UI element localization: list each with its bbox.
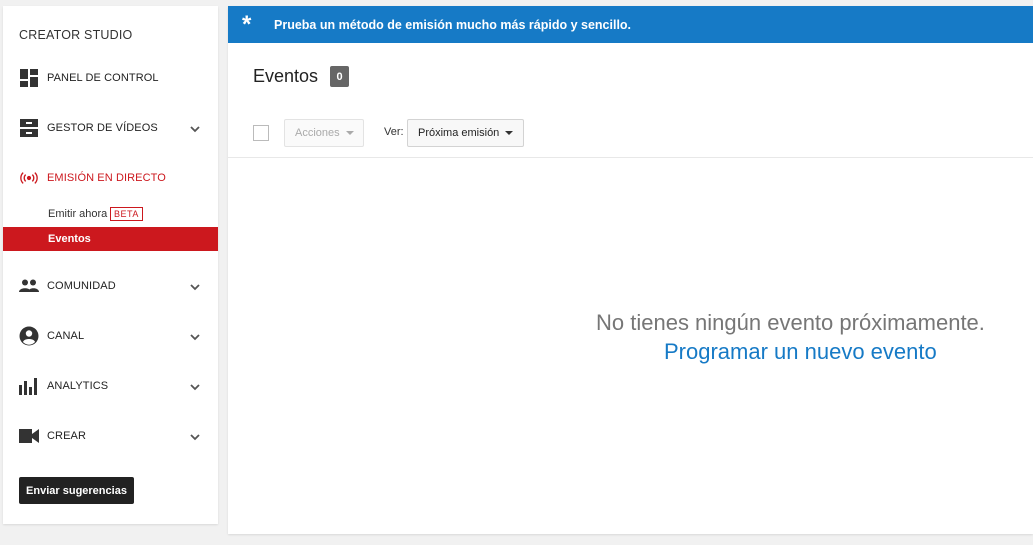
- chevron-down-icon[interactable]: [188, 280, 202, 294]
- create-icon: [19, 426, 39, 446]
- sidebar-item-analytics[interactable]: ANALYTICS: [3, 372, 218, 400]
- chevron-down-icon[interactable]: [188, 330, 202, 344]
- main-panel: * Prueba un método de emisión mucho más …: [228, 6, 1033, 534]
- view-label: Ver:: [384, 126, 404, 138]
- view-filter-dropdown[interactable]: Próxima emisión: [407, 119, 524, 147]
- sidebar-subitem-events[interactable]: Eventos: [3, 227, 218, 251]
- chevron-down-icon[interactable]: [188, 122, 202, 136]
- sidebar-item-channel[interactable]: CANAL: [3, 322, 218, 350]
- sidebar: CREATOR STUDIO PANEL DE CONTROL GESTOR D…: [3, 6, 218, 524]
- select-all-checkbox[interactable]: [253, 125, 269, 141]
- analytics-icon: [19, 376, 39, 396]
- sidebar-item-create[interactable]: CREAR: [3, 422, 218, 450]
- beta-badge: BETA: [110, 207, 143, 221]
- dashboard-icon: [19, 68, 39, 88]
- sidebar-item-label: COMUNIDAD: [47, 280, 116, 292]
- schedule-new-event-link[interactable]: Programar un nuevo evento: [664, 339, 937, 365]
- event-count-badge: 0: [330, 66, 349, 87]
- sidebar-item-live[interactable]: EMISIÓN EN DIRECTO: [3, 164, 218, 192]
- empty-state-message: No tienes ningún evento próximamente.: [596, 310, 985, 335]
- promo-banner[interactable]: * Prueba un método de emisión mucho más …: [228, 6, 1033, 43]
- divider: [228, 157, 1033, 158]
- sidebar-subitem-stream-now[interactable]: Emitir ahora BETA: [3, 202, 218, 226]
- sidebar-item-label: EMISIÓN EN DIRECTO: [47, 172, 166, 184]
- chevron-down-icon[interactable]: [188, 430, 202, 444]
- sidebar-item-video-manager[interactable]: GESTOR DE VÍDEOS: [3, 114, 218, 142]
- sidebar-item-label: PANEL DE CONTROL: [47, 72, 159, 84]
- actions-label: Acciones: [295, 127, 340, 139]
- page-title: Eventos: [253, 66, 319, 86]
- chevron-down-icon[interactable]: [188, 380, 202, 394]
- live-broadcast-icon: [19, 168, 39, 188]
- actions-dropdown[interactable]: Acciones: [284, 119, 364, 147]
- channel-icon: [19, 326, 39, 346]
- caret-down-icon: [505, 131, 514, 135]
- sidebar-item-label: CANAL: [47, 330, 85, 342]
- video-manager-icon: [19, 118, 39, 138]
- sidebar-item-label: GESTOR DE VÍDEOS: [47, 122, 158, 134]
- sidebar-item-community[interactable]: COMUNIDAD: [3, 272, 218, 300]
- creator-studio-title: CREATOR STUDIO: [19, 28, 133, 42]
- asterisk-icon: *: [242, 11, 252, 38]
- sidebar-item-dashboard[interactable]: PANEL DE CONTROL: [3, 64, 218, 92]
- sidebar-item-label: CREAR: [47, 430, 87, 442]
- community-icon: [19, 276, 39, 296]
- caret-down-icon: [345, 131, 354, 135]
- events-label: Eventos: [48, 233, 91, 245]
- sidebar-item-label: ANALYTICS: [47, 380, 109, 392]
- banner-message[interactable]: Prueba un método de emisión mucho más rá…: [274, 18, 631, 32]
- stream-now-label: Emitir ahora: [48, 208, 108, 220]
- send-feedback-button[interactable]: Enviar sugerencias: [19, 477, 134, 504]
- view-filter-value: Próxima emisión: [418, 127, 500, 139]
